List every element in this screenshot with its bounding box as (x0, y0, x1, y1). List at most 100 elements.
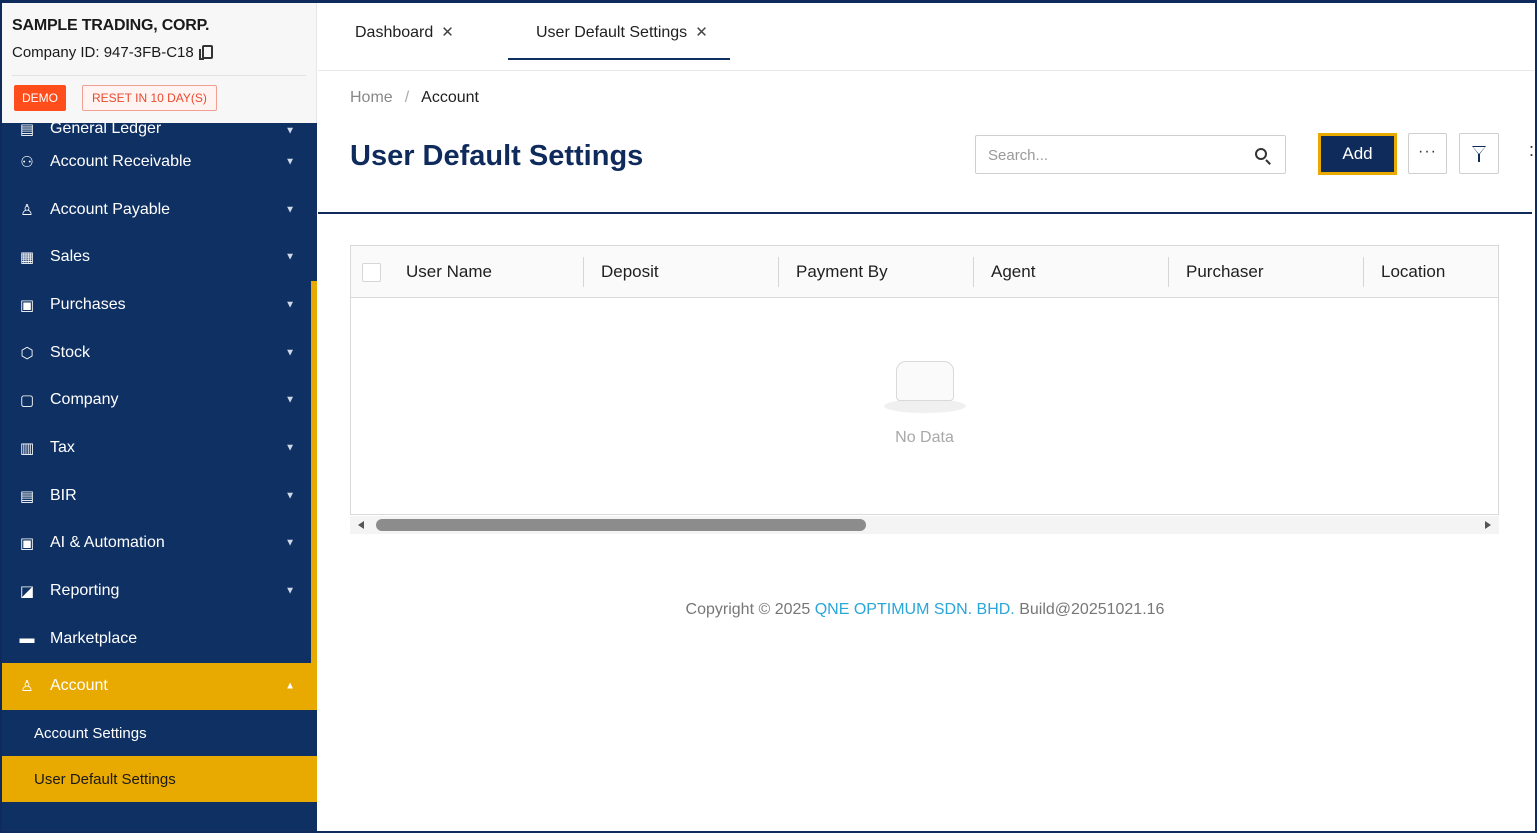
search-input[interactable] (988, 144, 1238, 166)
add-button[interactable]: Add (1318, 133, 1397, 175)
chevron-down-icon: ▼ (285, 125, 295, 136)
sidebar-subitem-account-settings[interactable]: Account Settings (2, 710, 317, 757)
cart-icon: ▦ (19, 249, 35, 267)
user-icon: ♙ (20, 678, 34, 696)
column-divider[interactable] (1168, 257, 1169, 287)
chevron-down-icon: ▼ (285, 490, 295, 502)
payable-icon: ♙ (20, 201, 34, 219)
demo-badge: DEMO (14, 85, 66, 111)
purchases-icon: ▣ (19, 296, 35, 314)
receivable-icon: ⚇ (20, 153, 34, 171)
column-divider[interactable] (583, 257, 584, 287)
breadcrumb-home[interactable]: Home (350, 89, 393, 106)
scrollbar-thumb[interactable] (376, 519, 866, 531)
company-id: Company ID: 947-3FB-C18 (12, 44, 213, 61)
column-divider[interactable] (778, 257, 779, 287)
box-icon: ⬡ (20, 344, 34, 362)
sidebar-item-label: Sales (50, 248, 91, 266)
header-divider (318, 212, 1532, 214)
column-header-location[interactable]: Location (1381, 262, 1445, 282)
breadcrumb-current: Account (421, 89, 479, 106)
tab-label: Dashboard (355, 24, 434, 41)
sidebar-item-bir[interactable]: ▤ BIR ▼ (2, 472, 317, 520)
footer-copyright: Copyright © 2025 (685, 601, 815, 618)
tab-user-default-settings[interactable]: User Default Settings ✕ (536, 23, 708, 42)
sidebar-item-general-ledger[interactable]: ▤ General Ledger ▼ (2, 123, 317, 138)
tax-icon: ▥ (19, 439, 35, 457)
tab-label: User Default Settings (536, 24, 688, 41)
scroll-left-icon[interactable] (358, 521, 364, 529)
chevron-down-icon: ▼ (285, 251, 295, 263)
sidebar: SAMPLE TRADING, CORP. Company ID: 947-3F… (2, 3, 317, 831)
filter-button[interactable] (1459, 133, 1499, 174)
close-icon[interactable]: ✕ (695, 24, 708, 41)
bir-icon: ▤ (19, 487, 35, 505)
column-divider[interactable] (1363, 257, 1364, 287)
footer: Copyright © 2025 QNE OPTIMUM SDN. BHD. B… (318, 601, 1532, 619)
chevron-down-icon: ▼ (285, 394, 295, 406)
company-panel: SAMPLE TRADING, CORP. Company ID: 947-3F… (2, 3, 317, 123)
active-group-indicator (311, 281, 317, 681)
robot-icon: ▣ (19, 535, 35, 553)
chevron-down-icon: ▼ (285, 537, 295, 549)
page-title: User Default Settings (350, 140, 644, 172)
column-header-payment-by[interactable]: Payment By (796, 262, 888, 282)
close-icon[interactable]: ✕ (441, 24, 454, 41)
sidebar-nav: ▤ General Ledger ▼ ⚇ Account Receivable … (2, 123, 317, 803)
sidebar-item-label: Account Receivable (50, 152, 192, 170)
company-icon: ▢ (19, 392, 35, 410)
column-header-purchaser[interactable]: Purchaser (1186, 262, 1263, 282)
column-header-deposit[interactable]: Deposit (601, 262, 659, 282)
chevron-up-icon: ▲ (285, 680, 295, 692)
empty-state-text: No Data (895, 429, 954, 446)
sidebar-item-label: Marketplace (50, 629, 138, 647)
sidebar-item-marketplace[interactable]: ▬ Marketplace (2, 615, 317, 663)
sidebar-item-label: Company (50, 391, 119, 409)
scroll-right-icon[interactable] (1485, 521, 1491, 529)
select-all-checkbox[interactable] (362, 263, 381, 282)
sidebar-item-company[interactable]: ▢ Company ▼ (2, 376, 317, 424)
sidebar-item-sales[interactable]: ▦ Sales ▼ (2, 233, 317, 281)
sidebar-item-label: Tax (50, 438, 75, 456)
horizontal-scrollbar[interactable] (350, 516, 1499, 534)
sidebar-item-account-payable[interactable]: ♙ Account Payable ▼ (2, 186, 317, 234)
search-icon[interactable] (1255, 148, 1267, 160)
chart-icon: ◪ (19, 583, 35, 601)
copy-icon[interactable] (198, 45, 213, 60)
company-id-label: Company ID: 947-3FB-C18 (12, 44, 194, 61)
sidebar-item-tax[interactable]: ▥ Tax ▼ (2, 424, 317, 472)
sidebar-item-label: AI & Automation (50, 534, 165, 552)
store-icon: ▬ (19, 630, 35, 648)
footer-build: Build@20251021.16 (1014, 601, 1165, 618)
overflow-mark: : (1529, 140, 1535, 160)
column-header-agent[interactable]: Agent (991, 262, 1035, 282)
column-divider[interactable] (973, 257, 974, 287)
chevron-down-icon: ▼ (285, 442, 295, 454)
chevron-down-icon: ▼ (285, 585, 295, 597)
sidebar-item-ai-automation[interactable]: ▣ AI & Automation ▼ (2, 520, 317, 568)
sidebar-item-label: BIR (50, 486, 77, 504)
sidebar-item-account-receivable[interactable]: ⚇ Account Receivable ▼ (2, 138, 317, 186)
chevron-down-icon: ▼ (285, 204, 295, 216)
company-name: SAMPLE TRADING, CORP. (12, 17, 210, 34)
sidebar-subitem-user-default-settings[interactable]: User Default Settings (2, 756, 317, 803)
chevron-down-icon: ▼ (285, 299, 295, 311)
sidebar-item-label: Reporting (50, 582, 120, 600)
footer-company-link[interactable]: QNE OPTIMUM SDN. BHD. (815, 601, 1015, 618)
breadcrumb-separator: / (404, 89, 410, 106)
empty-icon-shadow (884, 399, 966, 413)
empty-inbox-icon (884, 361, 966, 415)
tab-dashboard[interactable]: Dashboard ✕ (355, 23, 454, 42)
empty-icon-tray (896, 361, 954, 401)
sidebar-item-account[interactable]: ♙ Account ▲ (2, 662, 317, 711)
breadcrumb: Home / Account (350, 89, 479, 107)
sidebar-item-purchases[interactable]: ▣ Purchases ▼ (2, 281, 317, 329)
table-header: User Name Deposit Payment By Agent Purch… (351, 246, 1498, 298)
tab-bar: Dashboard ✕ User Default Settings ✕ (318, 3, 1534, 71)
column-header-user-name[interactable]: User Name (406, 262, 492, 282)
sidebar-item-stock[interactable]: ⬡ Stock ▼ (2, 329, 317, 377)
more-options-button[interactable]: ··· (1408, 133, 1447, 174)
sidebar-item-reporting[interactable]: ◪ Reporting ▼ (2, 567, 317, 615)
search-box (975, 135, 1286, 174)
filter-icon (1472, 146, 1486, 162)
